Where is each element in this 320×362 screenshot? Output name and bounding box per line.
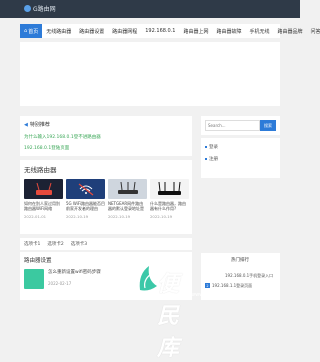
sidebar-account-links: 登录 注册 <box>201 138 280 178</box>
register-link[interactable]: 注册 <box>205 156 276 162</box>
notice-link-2[interactable]: 192.168.0.1登陆页面 <box>24 145 188 151</box>
ranking-item[interactable]: 192.168.0.1手机登录入口 <box>225 273 276 279</box>
article-thumbnail <box>66 179 105 199</box>
article-thumbnail <box>108 179 147 199</box>
site-name: G路由网 <box>33 6 56 13</box>
rank-number: 2 <box>205 283 210 288</box>
top-bar: G路由网 <box>0 0 300 18</box>
nav-item-qa[interactable]: 问答 <box>307 24 320 38</box>
article-date: 2022-02-17 <box>48 281 72 286</box>
article-card[interactable]: NETGEAR网件路由器的默认登录地址是什么 2022-10-19 <box>108 179 147 219</box>
wifi-icon <box>78 183 94 196</box>
nav-item-router-settings[interactable]: 路由器设置 <box>75 24 108 38</box>
article-date: 2022-10-19 <box>66 214 89 219</box>
speaker-icon: ◀ <box>24 121 28 128</box>
watermark-logo: 便民库 www.bianmink.com <box>137 262 240 361</box>
article-title: NETGEAR网件路由器的默认登录地址是什么 <box>108 201 144 211</box>
search-button[interactable]: 搜索 <box>260 120 276 131</box>
article-card[interactable]: 5G WiFi路由器能否目前家开发者的理由 2022-10-19 <box>66 179 105 219</box>
watermark-url: www.bianmink.com <box>191 292 240 298</box>
leaf-logo-icon <box>139 266 157 291</box>
watermark-text: 便民库 <box>157 272 182 361</box>
search-input[interactable] <box>205 120 260 131</box>
nav-item-router-fault[interactable]: 路由器故障 <box>212 24 245 38</box>
site-logo-icon <box>24 5 31 12</box>
home-icon: ⌂ <box>24 28 28 34</box>
article-date: 2022-01-01 <box>24 214 47 219</box>
nav-item-mobile-wireless[interactable]: 手机无线 <box>246 24 274 38</box>
notice-link-1[interactable]: 为什么输入192.168.0.1登不进路由器 <box>24 134 188 140</box>
article-title: 如何在别人家过用别路由器WiFi网络 <box>24 201 60 211</box>
wireless-router-section: 无线路由器 如何在别人家过用别路由器WiFi网络 2022-01-01 5G W… <box>20 160 192 234</box>
nav-item-router-internet[interactable]: 路由器上网 <box>179 24 212 38</box>
tab-option-2[interactable]: 选项卡2 <box>47 241 63 247</box>
tab-option-1[interactable]: 选项卡1 <box>24 241 40 247</box>
article-date: 2022-10-19 <box>108 214 131 219</box>
article-cards: 如何在别人家过用别路由器WiFi网络 2022-01-01 5G WiFi路由器… <box>24 179 189 219</box>
bullet-icon <box>205 158 207 160</box>
article-card[interactable]: 如何在别人家过用别路由器WiFi网络 2022-01-01 <box>24 179 63 219</box>
featured-notice: ◀ 特别推荐 为什么输入192.168.0.1登不进路由器 192.168.0.… <box>20 116 192 156</box>
notice-title: ◀ 特别推荐 <box>24 121 50 129</box>
login-link[interactable]: 登录 <box>205 144 276 150</box>
search-box: 搜索 <box>201 116 280 135</box>
article-thumbnail <box>150 179 189 199</box>
article-thumbnail <box>24 269 44 289</box>
option-tabs: 选项卡1 选项卡2 选项卡3 <box>20 238 192 250</box>
ranking-item[interactable]: 2 192.168.1.1登录页面 <box>205 283 276 289</box>
main-nav: ⌂ 首页 无线路由器 路由器设置 路由器网程 192.168.0.1 路由器上网 … <box>20 24 320 38</box>
router-icon <box>36 182 52 195</box>
bullet-icon <box>205 146 207 148</box>
article-card[interactable]: 什么是路由器，路由器有什么作用? 2022-10-19 <box>150 179 189 219</box>
nav-item-192-168-0-1[interactable]: 192.168.0.1 <box>141 24 179 38</box>
ranking-heading: 热门排行 <box>231 258 249 263</box>
nav-item-home[interactable]: ⌂ 首页 <box>20 24 43 38</box>
article-title: 什么是路由器，路由器有什么作用? <box>150 201 186 211</box>
section-heading: 路由器设置 <box>24 258 52 264</box>
article-date: 2022-10-19 <box>150 214 173 219</box>
nav-item-router-tutorial[interactable]: 路由器网程 <box>108 24 141 38</box>
article-title: 5G WiFi路由器能否目前家开发者的理由 <box>66 201 105 211</box>
tab-option-3[interactable]: 选项卡3 <box>71 241 87 247</box>
site-brand[interactable]: G路由网 <box>24 4 56 13</box>
article-title: 怎么重新设置wifi密码步骤 <box>48 270 101 275</box>
banner-area <box>20 42 280 106</box>
article-thumbnail <box>24 179 63 199</box>
nav-item-wireless-router[interactable]: 无线路由器 <box>42 24 75 38</box>
router-icon <box>118 181 138 194</box>
nav-item-router-brand[interactable]: 路由器品牌 <box>274 24 307 38</box>
router-icon <box>158 181 181 195</box>
section-heading: 无线路由器 <box>24 166 57 174</box>
